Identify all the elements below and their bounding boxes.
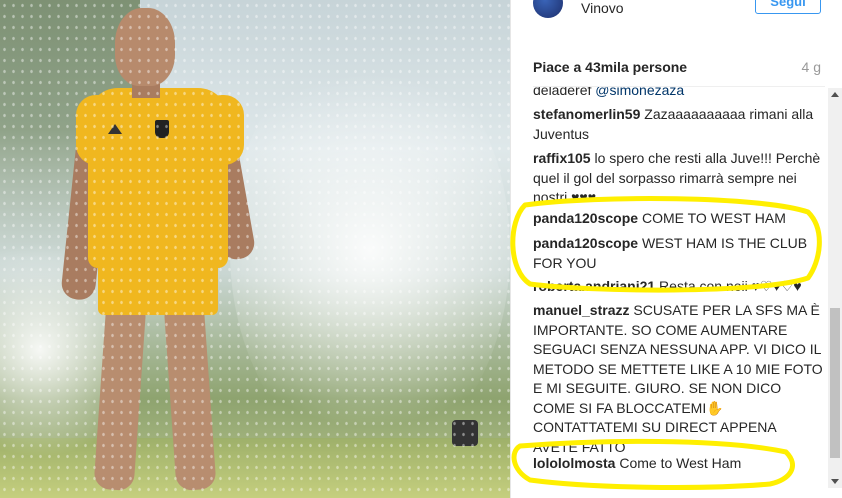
scroll-up-arrow-icon[interactable] [828, 88, 842, 102]
comment-username[interactable]: lolololmosta [533, 455, 615, 471]
comment-username[interactable]: roberta.andriani21 [533, 278, 655, 294]
comment-item: lolololmosta Come to West Ham [533, 454, 823, 474]
comment-text: deladeref [533, 87, 592, 98]
comments-scrollbar[interactable] [828, 88, 842, 488]
post-header: Vinovo Segui [511, 0, 842, 18]
comment-item: panda120scope COME TO WEST HAM [533, 209, 823, 229]
likes-row: Piace a 43mila persone 4 g [533, 59, 821, 77]
comment-item: deladeref @simonezaza [533, 87, 823, 101]
post-location[interactable]: Vinovo [581, 0, 624, 16]
comment-item: roberta.andriani21 Resta con noii ♥♡♥♡♥ [533, 277, 823, 297]
likes-count[interactable]: Piace a 43mila persone [533, 59, 687, 75]
comment-item: panda120scope WEST HAM IS THE CLUB FOR Y… [533, 234, 823, 273]
follow-button[interactable]: Segui [755, 0, 821, 14]
comment-username[interactable]: raffix105 [533, 150, 591, 166]
comment-text: Come to West Ham [619, 455, 742, 471]
comment-username[interactable]: manuel_strazz [533, 302, 629, 318]
scrollbar-thumb[interactable] [830, 308, 840, 458]
comment-item: stefanomerlin59 Zazaaaaaaaaaa rimani all… [533, 105, 823, 144]
comment-text: Resta con noii ♥♡♥♡♥ [659, 278, 802, 294]
comment-username[interactable]: stefanomerlin59 [533, 106, 640, 122]
comment-text: COME TO WEST HAM [641, 210, 786, 226]
post-photo[interactable] [0, 0, 510, 498]
water-droplets [0, 0, 510, 498]
comment-item: manuel_strazz SCUSATE PER LA SFS MA È IM… [533, 301, 823, 457]
comment-text: SCUSATE PER LA SFS MA È IMPORTANTE. SO C… [533, 302, 823, 455]
comment-username[interactable]: panda120scope [533, 235, 638, 251]
comment-item: raffix105 lo spero che resti alla Juve!!… [533, 149, 823, 208]
avatar-icon[interactable] [533, 0, 563, 18]
post-timestamp[interactable]: 4 g [802, 59, 821, 75]
comments-list[interactable]: deladeref @simonezaza stefanomerlin59 Za… [511, 87, 827, 487]
scroll-down-arrow-icon[interactable] [828, 474, 842, 488]
comment-mention[interactable]: @simonezaza [595, 87, 684, 98]
post-sidebar: Vinovo Segui Piace a 43mila persone 4 g … [510, 0, 842, 498]
comment-username[interactable]: panda120scope [533, 210, 638, 226]
